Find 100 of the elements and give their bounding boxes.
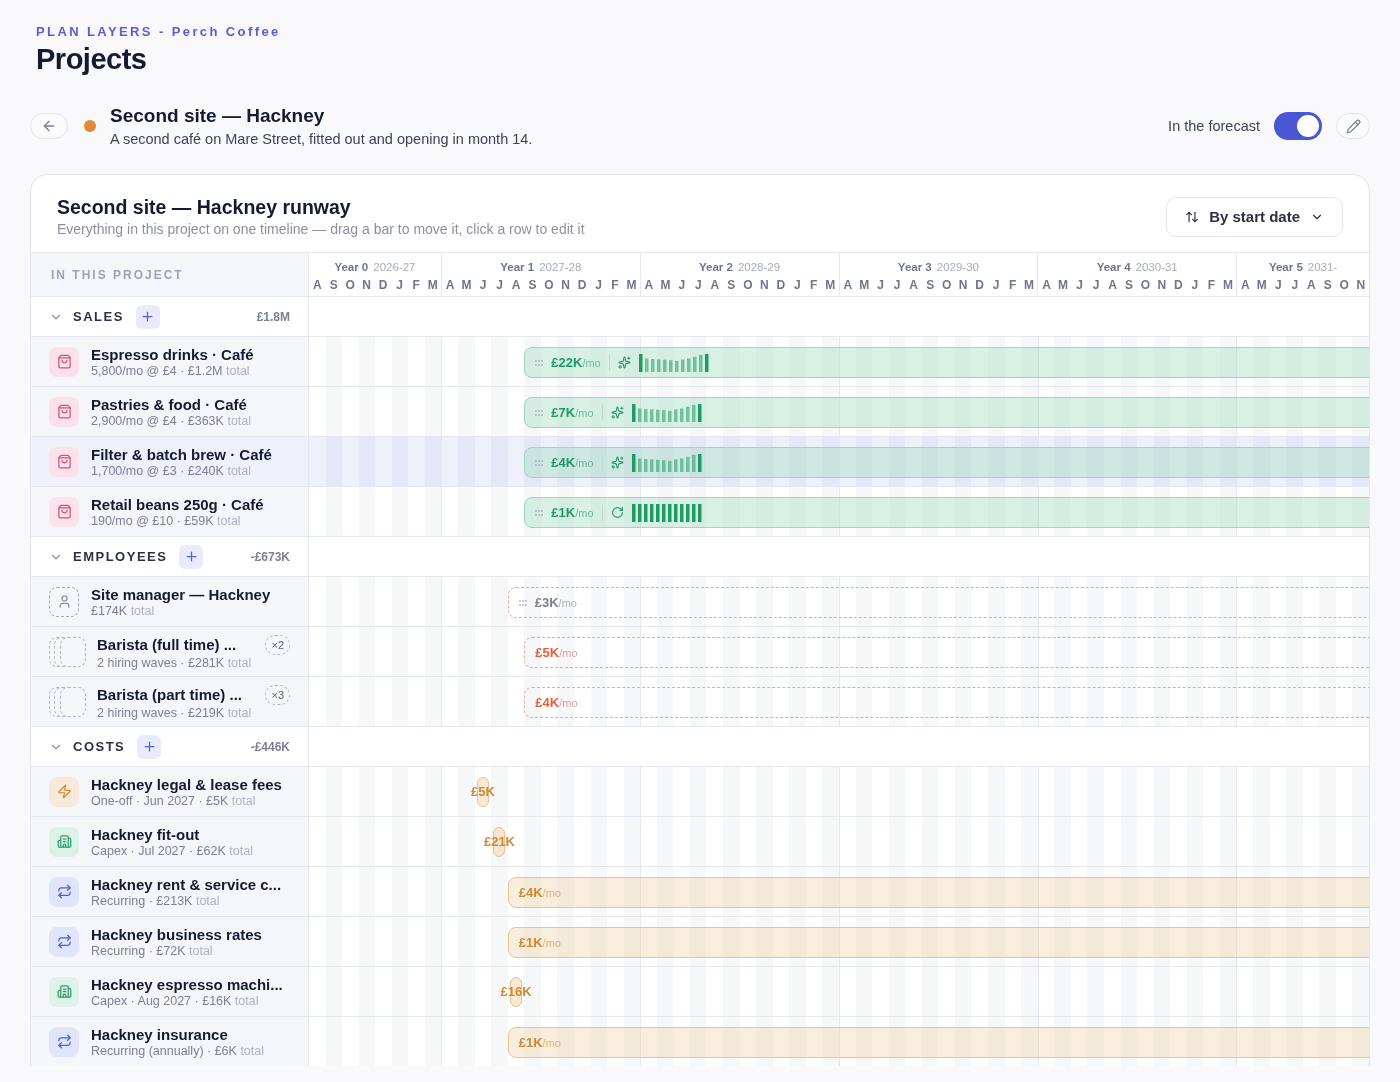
year-range: 2029-30 (936, 261, 979, 273)
forecast-label: In the forecast (1168, 118, 1260, 134)
item-row[interactable]: Site manager — Hackney £174K total (31, 577, 309, 626)
month-label: M (1023, 278, 1036, 292)
month-label: S (527, 278, 538, 292)
item-row[interactable]: Retail beans 250g · Café 190/mo @ £10 · £59K total (31, 487, 309, 536)
item-name: Espresso drinks · Café (91, 345, 254, 363)
month-label: M (659, 278, 672, 292)
stacked-cards-icon (49, 686, 87, 717)
item-row[interactable]: Filter & batch brew · Café 1,700/mo @ £3 · £240K total (31, 437, 309, 486)
month-label: N (560, 278, 571, 292)
page-title: Projects (36, 43, 147, 76)
year-range: 2027-28 (539, 261, 582, 273)
item-detail: 5,800/mo @ £4 · £1.2M total (91, 363, 251, 378)
stacked-cards-icon (49, 636, 87, 667)
month-label: M (824, 278, 837, 292)
add-button[interactable] (135, 304, 160, 329)
shopping-bag-icon (49, 446, 79, 477)
item-detail: 2,900/mo @ £4 · £363K total (91, 413, 253, 428)
month-label: F (1206, 278, 1217, 292)
card-subtitle: Everything in this project on one timeline — drag a bar to move it, click a row to edit it (57, 221, 586, 237)
month-label: N (361, 278, 373, 292)
person-placeholder-icon (49, 586, 79, 617)
item-row[interactable]: Barista (full time) ... ×2 2 hiring waves · £281K total (31, 627, 309, 676)
drag-handle-icon[interactable] (535, 509, 544, 516)
month-label: M (1255, 278, 1268, 292)
month-label: N (957, 278, 969, 292)
bar-amount: £1K/mo (518, 1035, 561, 1050)
month-label: J (495, 278, 504, 292)
month-label: J (694, 278, 703, 292)
sparkle-icon (610, 456, 624, 469)
bar-amount: £4K/mo (535, 695, 578, 710)
item-name: Hackney rent & service c... (91, 875, 282, 893)
section-total: £1.8M (256, 309, 290, 324)
month-label: M (460, 278, 473, 292)
month-label: J (1091, 278, 1101, 292)
sparkle-icon (610, 406, 624, 419)
month-label: D (377, 278, 389, 292)
month-label: J (594, 278, 603, 292)
month-label: F (610, 278, 620, 292)
item-detail: 1,700/mo @ £3 · £240K total (91, 463, 253, 478)
edit-button[interactable] (1336, 113, 1370, 139)
item-detail: Recurring · £213K total (91, 893, 221, 908)
section-total: -£446K (250, 739, 290, 754)
item-row[interactable]: Hackney business rates Recurring · £72K total (31, 917, 309, 966)
back-button[interactable] (30, 113, 68, 139)
shopping-bag-icon (49, 396, 79, 427)
month-label: S (1322, 278, 1333, 292)
item-row[interactable]: Espresso drinks · Café 5,800/mo @ £4 · £1.2M total (31, 337, 309, 386)
sort-icon (1185, 209, 1200, 224)
sort-dropdown[interactable]: By start date (1166, 196, 1343, 237)
plus-icon (141, 739, 157, 754)
building-icon (49, 826, 79, 857)
drag-handle-icon[interactable] (535, 459, 544, 466)
month-label: J (677, 278, 687, 292)
item-name: Hackney legal & lease fees (91, 775, 282, 793)
plus-icon (183, 549, 199, 564)
item-name: Retail beans 250g · Café (91, 495, 264, 513)
month-label: N (759, 278, 770, 292)
marker-amount: £5K (471, 784, 495, 799)
item-row[interactable]: Hackney legal & lease fees One-off · Jun 2027 · £5K total (31, 767, 309, 816)
month-label: A (311, 278, 323, 292)
shopping-bag-icon (49, 496, 79, 527)
project-name: Second site — Hackney (110, 105, 326, 127)
year-label: Year 4 (1096, 261, 1131, 273)
item-row[interactable]: Hackney fit-out Capex · Jul 2027 · £62K total (31, 817, 309, 866)
item-detail: Recurring (annually) · £6K total (91, 1043, 266, 1058)
item-name: Site manager — Hackney (91, 585, 271, 603)
item-row[interactable]: Hackney insurance Recurring (annually) · £6K total (31, 1017, 309, 1066)
cycle-icon (610, 506, 624, 519)
month-label: D (974, 278, 985, 292)
month-label: S (328, 278, 339, 292)
month-label: M (1057, 278, 1070, 292)
forecast-toggle[interactable] (1274, 112, 1322, 140)
month-label: J (395, 278, 404, 292)
month-label: A (1041, 278, 1052, 292)
drag-handle-icon[interactable] (535, 359, 544, 366)
salary-bar[interactable]: £3K/mo (507, 587, 1369, 618)
month-label: D (576, 278, 588, 292)
month-label: F (411, 278, 421, 292)
month-label: S (726, 278, 737, 292)
item-row[interactable]: Hackney espresso machi... Capex · Aug 2027 · £16K total (31, 967, 309, 1016)
drag-handle-icon[interactable] (518, 599, 527, 606)
add-button[interactable] (137, 734, 162, 759)
card-title: Second site — Hackney runway (57, 196, 352, 219)
year-range: 2031- (1307, 261, 1338, 273)
item-detail: 2 hiring waves · £219K total (97, 706, 253, 720)
item-detail: Capex · Jul 2027 · £62K total (91, 843, 254, 858)
add-button[interactable] (179, 544, 204, 569)
column-label: IN THIS PROJECT (50, 267, 184, 282)
item-row[interactable]: Hackney rent & service c... Recurring · £213K total (31, 867, 309, 916)
month-label: A (510, 278, 522, 292)
item-row[interactable]: Pastries & food · Café 2,900/mo @ £4 · £363K total (31, 387, 309, 436)
month-label: J (1290, 278, 1300, 292)
month-label: F (1007, 278, 1018, 292)
month-label: F (809, 278, 819, 292)
year-label: Year 2 (699, 261, 733, 273)
drag-handle-icon[interactable] (535, 409, 544, 416)
month-label: A (709, 278, 721, 292)
item-row[interactable]: Barista (part time) ... ×3 2 hiring waves · £219K total (31, 677, 309, 726)
